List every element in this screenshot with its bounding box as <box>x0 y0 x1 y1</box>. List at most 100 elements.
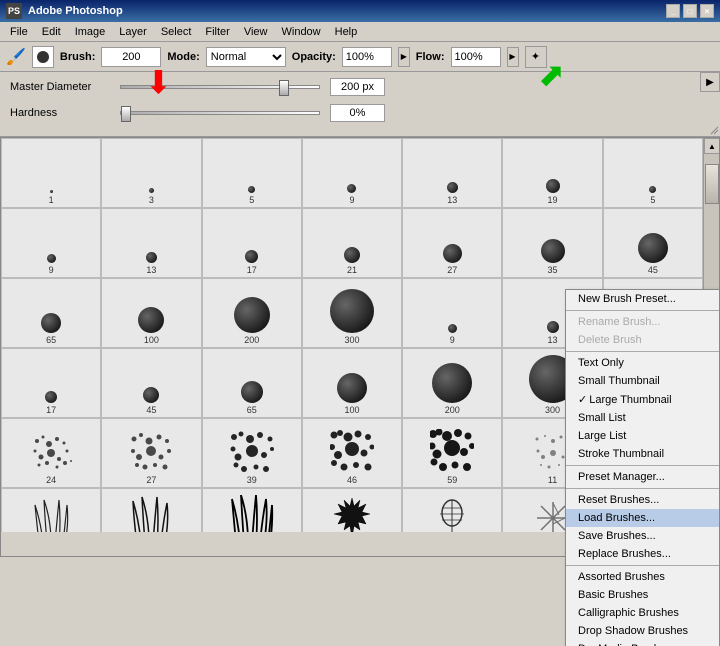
flow-value: 100% <box>451 47 501 67</box>
brush-cell[interactable]: 65 <box>202 348 302 418</box>
brush-cell[interactable]: 300 <box>302 278 402 348</box>
ctx-new-brush-preset[interactable]: New Brush Preset... <box>566 290 719 308</box>
mode-dropdown[interactable]: Normal <box>206 47 286 67</box>
brush-preview[interactable] <box>32 46 54 68</box>
brush-panel-menu-button[interactable]: ▶ <box>700 72 720 92</box>
brush-cell[interactable]: 46 <box>302 418 402 488</box>
mode-label: Mode: <box>167 51 199 63</box>
main-content: 1 3 5 9 13 <box>0 137 720 557</box>
menu-layer[interactable]: Layer <box>113 24 153 40</box>
brush-size-control[interactable]: 200 <box>101 47 161 67</box>
brush-cell[interactable]: 9 <box>1 208 101 278</box>
ctx-separator <box>566 465 719 466</box>
master-diameter-value[interactable]: 200 px <box>330 78 385 96</box>
brush-cell[interactable]: 60 <box>302 488 402 532</box>
brush-cell[interactable]: 5 <box>202 138 302 208</box>
brush-cell[interactable]: 59 <box>402 418 502 488</box>
brush-cell[interactable]: 39 <box>202 418 302 488</box>
menu-view[interactable]: View <box>238 24 274 40</box>
flow-label: Flow: <box>416 51 445 63</box>
ctx-large-list[interactable]: Large List <box>566 427 719 445</box>
ctx-reset-brushes[interactable]: Reset Brushes... <box>566 491 719 509</box>
menu-filter[interactable]: Filter <box>199 24 235 40</box>
scroll-up-button[interactable]: ▲ <box>704 138 720 154</box>
opacity-arrow[interactable]: ▶ <box>398 47 410 67</box>
brush-cell[interactable]: 3 <box>101 138 201 208</box>
brush-cell[interactable]: 14 <box>402 488 502 532</box>
ctx-text-only[interactable]: Text Only <box>566 354 719 372</box>
brush-cell[interactable]: 24 <box>1 418 101 488</box>
ctx-separator <box>566 488 719 489</box>
ctx-replace-brushes[interactable]: Replace Brushes... <box>566 545 719 563</box>
brush-cell[interactable]: 65 <box>1 278 101 348</box>
brush-cell[interactable]: 1 <box>1 138 101 208</box>
title-bar: PS Adobe Photoshop _ □ × <box>0 0 720 22</box>
brush-cell[interactable]: 100 <box>302 348 402 418</box>
brush-cell[interactable]: 200 <box>402 348 502 418</box>
context-menu: New Brush Preset... Rename Brush... Dele… <box>565 289 720 646</box>
master-diameter-slider-thumb[interactable] <box>279 80 289 96</box>
menu-window[interactable]: Window <box>276 24 327 40</box>
brush-cell[interactable]: 13 <box>101 208 201 278</box>
app-title: Adobe Photoshop <box>28 5 123 17</box>
scroll-thumb[interactable] <box>705 164 719 204</box>
ctx-stroke-thumbnail[interactable]: Stroke Thumbnail <box>566 445 719 463</box>
brush-settings-panel: Master Diameter 200 px Hardness 0% ⬆ ⬆ ▶ <box>0 72 720 137</box>
menu-file[interactable]: File <box>4 24 34 40</box>
opacity-label: Opacity: <box>292 51 336 63</box>
ctx-save-brushes[interactable]: Save Brushes... <box>566 527 719 545</box>
brush-label: Brush: <box>60 51 95 63</box>
brush-cell[interactable]: 21 <box>302 208 402 278</box>
minimize-button[interactable]: _ <box>666 4 680 18</box>
brush-cell[interactable]: 45 <box>603 208 703 278</box>
hardness-slider-track[interactable] <box>120 111 320 115</box>
ctx-delete-brush: Delete Brush <box>566 331 719 349</box>
flow-arrow[interactable]: ▶ <box>507 47 519 67</box>
ctx-drop-shadow-brushes[interactable]: Drop Shadow Brushes <box>566 622 719 640</box>
brush-cell[interactable]: 19 <box>502 138 602 208</box>
menu-select[interactable]: Select <box>155 24 198 40</box>
brush-cell[interactable]: 35 <box>502 208 602 278</box>
airbrush-toggle[interactable]: ✦ <box>525 46 547 68</box>
menu-edit[interactable]: Edit <box>36 24 67 40</box>
ctx-large-thumbnail[interactable]: ✓Large Thumbnail <box>566 390 719 409</box>
brush-cell[interactable]: 9 <box>302 138 402 208</box>
opacity-value: 100% <box>342 47 392 67</box>
hardness-label: Hardness <box>10 107 110 119</box>
ctx-small-list[interactable]: Small List <box>566 409 719 427</box>
master-diameter-slider-track[interactable] <box>120 85 320 89</box>
brush-cell[interactable]: 17 <box>202 208 302 278</box>
menu-image[interactable]: Image <box>69 24 112 40</box>
ctx-calligraphic-brushes[interactable]: Calligraphic Brushes <box>566 604 719 622</box>
ctx-preset-manager[interactable]: Preset Manager... <box>566 468 719 486</box>
ctx-separator <box>566 310 719 311</box>
brush-cell[interactable]: 45 <box>101 348 201 418</box>
close-button[interactable]: × <box>700 4 714 18</box>
brush-cell[interactable]: 44 <box>202 488 302 532</box>
brush-cell[interactable]: 17 <box>1 348 101 418</box>
ctx-rename-brush: Rename Brush... <box>566 313 719 331</box>
options-bar: 🖌️ Brush: 200 Mode: Normal Opacity: 100%… <box>0 42 720 72</box>
brush-cell[interactable]: 13 <box>402 138 502 208</box>
ctx-small-thumbnail[interactable]: Small Thumbnail <box>566 372 719 390</box>
hardness-value[interactable]: 0% <box>330 104 385 122</box>
ctx-separator <box>566 351 719 352</box>
brush-cell[interactable]: 200 <box>202 278 302 348</box>
ctx-dry-media-brushes[interactable]: Dry Media Brushes <box>566 640 719 646</box>
brush-cell[interactable]: 36 <box>101 488 201 532</box>
ctx-basic-brushes[interactable]: Basic Brushes <box>566 586 719 604</box>
brush-cell[interactable]: 9 <box>402 278 502 348</box>
panel-resize-handle[interactable] <box>708 124 720 136</box>
brush-cell[interactable]: 27 <box>101 418 201 488</box>
ctx-load-brushes[interactable]: Load Brushes... <box>566 509 719 527</box>
maximize-button[interactable]: □ <box>683 4 697 18</box>
brush-tool-icon[interactable]: 🖌️ <box>6 47 26 67</box>
hardness-slider-thumb[interactable] <box>121 106 131 122</box>
brush-cell[interactable]: 5 <box>603 138 703 208</box>
brush-cell[interactable]: 100 <box>101 278 201 348</box>
menu-help[interactable]: Help <box>329 24 364 40</box>
ctx-assorted-brushes[interactable]: Assorted Brushes <box>566 568 719 586</box>
brush-cell[interactable]: 27 <box>402 208 502 278</box>
brush-cell[interactable]: 23 <box>1 488 101 532</box>
menu-bar: File Edit Image Layer Select Filter View… <box>0 22 720 42</box>
